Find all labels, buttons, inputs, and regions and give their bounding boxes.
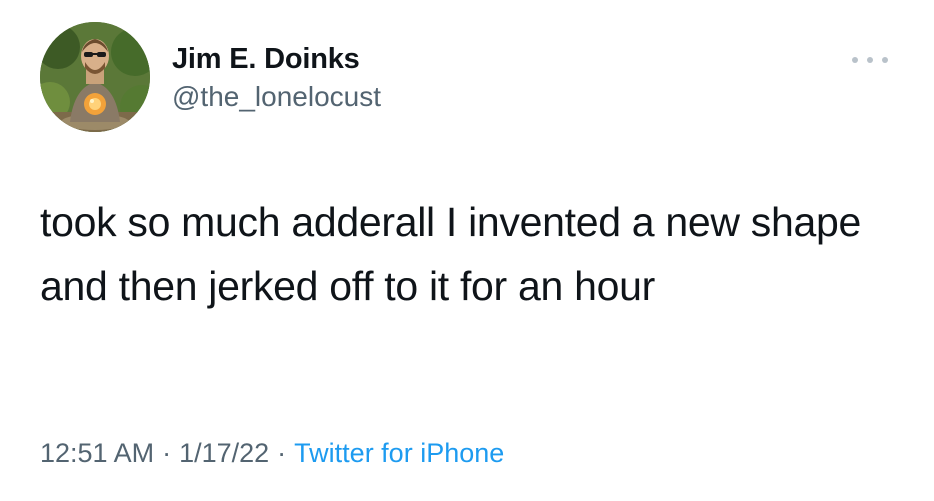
- tweet-header: Jim E. Doinks @the_lonelocust: [40, 22, 900, 134]
- tweet-source-link[interactable]: Twitter for iPhone: [294, 438, 504, 468]
- meta-separator: ·: [277, 438, 287, 468]
- avatar[interactable]: [40, 22, 150, 132]
- more-horizontal-icon: [882, 57, 888, 63]
- tweet-text: took so much adderall I invented a new s…: [40, 199, 861, 309]
- more-options-button[interactable]: [852, 50, 888, 70]
- meta-separator: ·: [162, 438, 172, 468]
- tweet-date[interactable]: 1/17/22: [179, 438, 269, 468]
- more-horizontal-icon: [852, 57, 858, 63]
- tweet-meta: 12:51 AM · 1/17/22 · Twitter for iPhone: [40, 433, 504, 473]
- more-horizontal-icon: [867, 57, 873, 63]
- tweet-card: Jim E. Doinks @the_lonelocust took so mu…: [0, 0, 934, 501]
- author-names: Jim E. Doinks @the_lonelocust: [172, 42, 381, 114]
- avatar-image: [40, 22, 150, 132]
- tweet-time[interactable]: 12:51 AM: [40, 438, 154, 468]
- author-handle[interactable]: @the_lonelocust: [172, 80, 381, 114]
- author-display-name[interactable]: Jim E. Doinks: [172, 42, 381, 76]
